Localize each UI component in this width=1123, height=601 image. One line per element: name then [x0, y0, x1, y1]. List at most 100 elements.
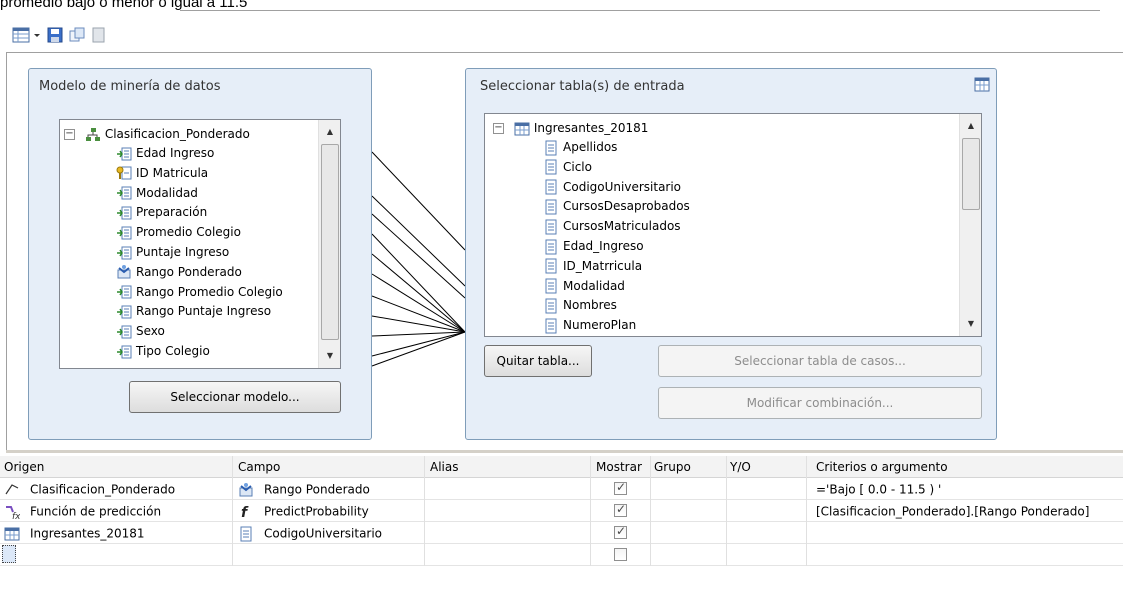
grid-row[interactable] — [0, 544, 1123, 566]
column-label: Apellidos — [563, 140, 618, 154]
column-icon — [543, 318, 559, 334]
model-column-item[interactable]: ID Matricula — [60, 164, 208, 183]
input-column-item[interactable]: Modalidad — [485, 277, 625, 296]
input-column-item[interactable]: Apellidos — [485, 138, 617, 157]
model-column-item[interactable]: Edad Ingreso — [60, 144, 214, 163]
input-column-item[interactable]: NumeroPlan — [485, 316, 636, 335]
prediction-function-icon: fx — [4, 504, 21, 522]
input-column-item[interactable]: CursosDesaprobados — [485, 197, 690, 216]
column-label: CursosMatriculados — [563, 219, 681, 234]
header-alias[interactable]: Alias — [430, 456, 458, 478]
column-icon — [543, 239, 559, 255]
column-icon — [543, 258, 559, 274]
show-checkbox[interactable]: ✓ — [614, 480, 627, 495]
table-view-icon[interactable] — [974, 77, 990, 93]
model-column-item[interactable]: Tipo Colegio — [60, 342, 210, 361]
model-column-item[interactable]: Rango Puntaje Ingreso — [60, 302, 271, 321]
criteria-cell[interactable]: ='Bajo [ 0.0 - 11.5 ) ' — [816, 478, 941, 500]
show-checkbox[interactable]: ✓ — [614, 524, 627, 539]
scroll-down-icon[interactable]: ▼ — [319, 348, 340, 364]
input-column-item[interactable]: CursosMatriculados — [485, 217, 681, 236]
header-group[interactable]: Grupo — [654, 456, 691, 478]
new-row-selector[interactable] — [2, 545, 16, 563]
panel-title: Modelo de minería de datos — [39, 79, 221, 94]
column-label: Sexo — [136, 324, 165, 339]
field-cell-text: Rango Ponderado — [264, 482, 370, 497]
origin-cell[interactable]: fx Función de predicción — [4, 500, 161, 522]
input-column-icon — [116, 245, 132, 261]
scroll-thumb[interactable] — [962, 138, 980, 210]
check-icon: ✓ — [616, 480, 627, 494]
input-column-icon — [116, 205, 132, 221]
model-column-item[interactable]: Rango Ponderado — [60, 263, 242, 282]
column-label: Ciclo — [563, 159, 592, 174]
field-cell-text: PredictProbability — [264, 504, 369, 519]
column-label: Rango Puntaje Ingreso — [136, 304, 272, 319]
grid-row[interactable]: Ingresantes_20181 CodigoUniversitario ✓ — [0, 522, 1123, 544]
criteria-cell[interactable]: [Clasificacion_Ponderado].[Rango Pondera… — [816, 500, 1089, 522]
model-column-item[interactable]: Puntaje Ingreso — [60, 243, 229, 262]
field-cell[interactable]: f PredictProbability — [238, 500, 369, 522]
grid-row[interactable]: Clasificacion_Ponderado Rango Ponderado ='… — [0, 478, 1123, 500]
origin-cell[interactable]: Ingresantes_20181 — [4, 522, 145, 544]
scrollbar[interactable]: ▲ ▼ — [318, 120, 340, 368]
show-checkbox[interactable] — [614, 548, 627, 561]
input-column-item[interactable]: ID_Matrricula — [485, 257, 642, 276]
tree-root[interactable]: − Clasificacion_Ponderado — [60, 125, 250, 144]
select-model-button[interactable]: Seleccionar modelo... — [129, 381, 341, 413]
input-column-item[interactable]: Edad_Ingreso — [485, 237, 644, 256]
header-origin[interactable]: Origen — [4, 456, 44, 478]
model-column-item[interactable]: Promedio Colegio — [60, 223, 241, 242]
scroll-thumb[interactable] — [321, 144, 339, 340]
show-checkbox[interactable]: ✓ — [614, 502, 627, 517]
column-label: ID Matricula — [136, 165, 209, 180]
column-label: Puntaje Ingreso — [136, 245, 230, 259]
model-column-item[interactable]: Preparación — [60, 203, 207, 222]
model-column-list[interactable]: − Clasificacion_Ponderado Edad Ingreso ID… — [59, 119, 341, 369]
input-column-icon — [116, 344, 132, 360]
mining-model-icon — [85, 127, 101, 143]
svg-text:fx: fx — [12, 512, 20, 520]
field-cell-text: CodigoUniversitario — [264, 526, 383, 541]
tree-root[interactable]: − Ingresantes_20181 — [485, 119, 648, 138]
table-icon — [514, 121, 530, 137]
column-icon — [543, 140, 559, 156]
scroll-down-icon[interactable]: ▼ — [960, 316, 981, 332]
column-label: Edad_Ingreso — [563, 239, 644, 253]
modify-join-button[interactable]: Modificar combinación... — [658, 387, 982, 419]
column-label: Rango Promedio Colegio — [136, 284, 283, 299]
scroll-up-icon[interactable]: ▲ — [319, 124, 340, 140]
input-column-icon — [116, 146, 132, 162]
column-label: CodigoUniversitario — [563, 179, 682, 194]
panel-title: Seleccionar tabla(s) de entrada — [480, 79, 685, 94]
scrollbar[interactable]: ▲ ▼ — [959, 114, 981, 336]
remove-table-button[interactable]: Quitar tabla... — [484, 345, 592, 377]
key-column-icon — [116, 165, 132, 181]
collapse-icon[interactable]: − — [64, 129, 75, 140]
model-column-item[interactable]: Modalidad — [60, 184, 198, 203]
input-column-item[interactable]: Ciclo — [485, 158, 592, 177]
model-column-item[interactable]: Sexo — [60, 322, 165, 341]
origin-cell[interactable]: Clasificacion_Ponderado — [4, 478, 175, 500]
input-column-item[interactable]: Nombres — [485, 296, 617, 315]
input-column-icon — [116, 284, 132, 300]
select-case-table-button[interactable]: Seleccionar tabla de casos... — [658, 345, 982, 377]
column-label: Promedio Colegio — [136, 225, 241, 240]
collapse-icon[interactable]: − — [493, 123, 504, 134]
model-column-item[interactable]: Rango Promedio Colegio — [60, 283, 283, 302]
column-icon — [543, 159, 559, 175]
input-column-list[interactable]: − Ingresantes_20181 Apellidos Ciclo Codigo… — [484, 113, 982, 337]
header-andor[interactable]: Y/O — [730, 456, 751, 478]
header-criteria[interactable]: Criterios o argumento — [816, 456, 948, 478]
column-label: Modalidad — [563, 278, 625, 293]
header-field[interactable]: Campo — [238, 456, 280, 478]
header-show[interactable]: Mostrar — [596, 456, 642, 478]
predict-column-icon — [238, 482, 254, 498]
grid-row[interactable]: fx Función de predicción f PredictProbabili… — [0, 500, 1123, 522]
field-cell[interactable]: CodigoUniversitario — [238, 522, 382, 544]
field-cell[interactable]: Rango Ponderado — [238, 478, 370, 500]
scroll-up-icon[interactable]: ▲ — [960, 118, 981, 134]
column-label: CursosDesaprobados — [563, 199, 690, 214]
origin-cell-text: Ingresantes_20181 — [30, 526, 145, 541]
input-column-item[interactable]: CodigoUniversitario — [485, 178, 681, 197]
